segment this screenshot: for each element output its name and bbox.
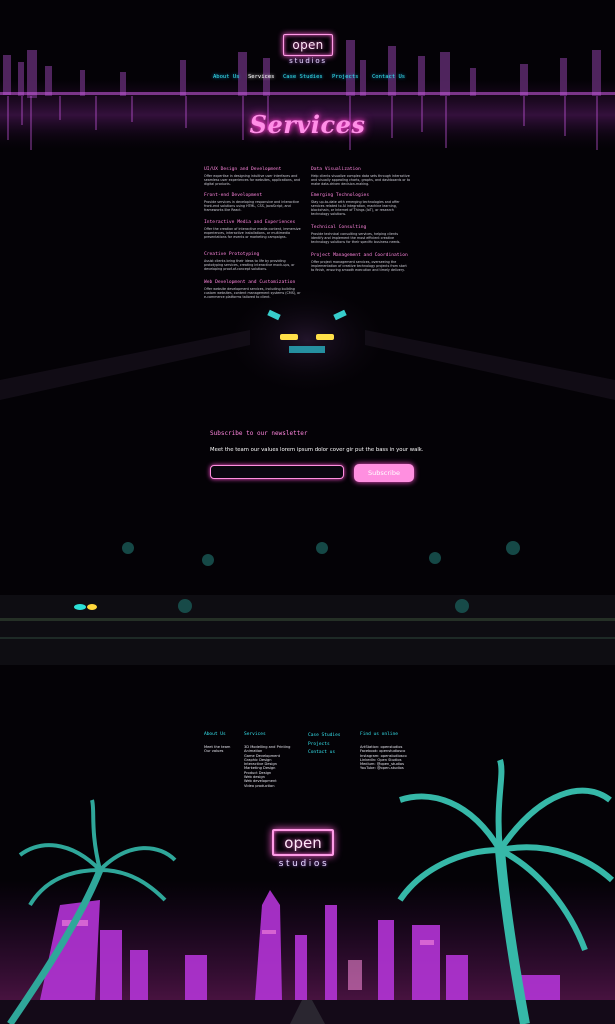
page-title: Services [249,110,366,139]
service-prototyping: Creative Prototyping Assist clients brin… [204,252,304,271]
service-project-management: Project Management and Coordination Offe… [311,253,411,272]
newsletter-text: Meet the team our values lorem ipsum dol… [210,447,424,453]
service-interactive-media: Interactive Media and Experiences Offer … [204,220,304,239]
footer-social-column: Find us online ArtStation: openstudios F… [360,732,407,771]
service-description: Offer expertise in designing intuitive u… [204,173,301,186]
bottom-skyline [0,759,615,1024]
service-description: Offer website development services, incl… [204,286,301,299]
background-artwork [0,40,615,1024]
footer-services-column: Services 3D Modelling and Printing Anima… [244,732,290,788]
header-logo[interactable]: open [283,34,333,56]
nav-services[interactable]: Services [248,74,275,80]
footer-social-link[interactable]: Facebook: openstudiosco [360,749,407,753]
nav-case-studies[interactable]: Case Studies [283,74,323,80]
footer-about-heading[interactable]: About Us [204,732,230,737]
service-emerging-tech: Emerging Technologies Stay up-to-date wi… [311,193,411,216]
nav-contact-us[interactable]: Contact Us [372,74,405,80]
logo-wordmark: open [292,38,324,52]
service-description: Offer the creation of interactive media … [204,226,301,239]
service-title: Web Development and Customization [204,280,296,285]
service-title: Technical Consulting [311,225,367,230]
footer-misc-column: Case Studies Projects Contact us [308,732,341,758]
main-nav: About Us Services Case Studies Projects … [0,74,615,82]
service-title: Data Visualization [311,167,361,172]
nav-about-us[interactable]: About Us [213,74,240,80]
service-title: Front-end Development [204,193,263,198]
footer-logo[interactable]: open [272,829,334,856]
service-title: Project Management and Coordination [311,253,408,258]
footer-service-link[interactable]: Video production [244,784,290,788]
service-description: Provide services in developing responsiv… [204,199,300,212]
footer-social-link[interactable]: YouTube: @open-studios [360,766,407,770]
service-title: Emerging Technologies [311,193,370,198]
service-description: Stay up-to-date with emerging technologi… [311,199,400,216]
footer-logo-wordmark: open [284,833,322,852]
newsletter-title: Subscribe to our newsletter [210,430,308,437]
nav-projects[interactable]: Projects [332,74,359,80]
subscribe-button[interactable]: Subscribe [354,464,414,482]
footer-about-column: About Us Meet the team Our values [204,732,230,754]
service-description: Help clients visualize complex data sets… [311,173,411,186]
service-title: UI/UX Design and Development [204,167,282,172]
service-front-end: Front-end Development Provide services i… [204,193,304,212]
service-description: Offer project management services, overs… [311,259,407,272]
service-description: Provide technical consulting services, h… [311,231,401,244]
service-technical-consulting: Technical Consulting Provide technical c… [311,225,411,244]
footer-link-contact-us[interactable]: Contact us [308,749,341,758]
footer-services-heading[interactable]: Services [244,732,290,737]
service-ui-ux: UI/UX Design and Development Offer exper… [204,167,304,186]
page: open studios About Us Services Case Stud… [0,0,615,1024]
service-title: Interactive Media and Experiences [204,220,296,225]
footer-link-case-studies[interactable]: Case Studies [308,732,341,741]
service-title: Creative Prototyping [204,252,260,257]
highway-art [0,541,615,665]
logo-tagline: studios [289,57,327,65]
newsletter-email-input[interactable] [210,465,344,479]
service-web-development: Web Development and Customization Offer … [204,280,304,299]
footer-social-heading: Find us online [360,732,398,737]
footer-link-our-values[interactable]: Our values [204,749,230,753]
car-headlights-art [0,280,615,400]
footer-logo-tagline: studios [278,859,330,869]
footer-link-projects[interactable]: Projects [308,741,341,750]
service-data-visualization: Data Visualization Help clients visualiz… [311,167,411,186]
service-description: Assist clients bring their ideas to life… [204,258,295,271]
